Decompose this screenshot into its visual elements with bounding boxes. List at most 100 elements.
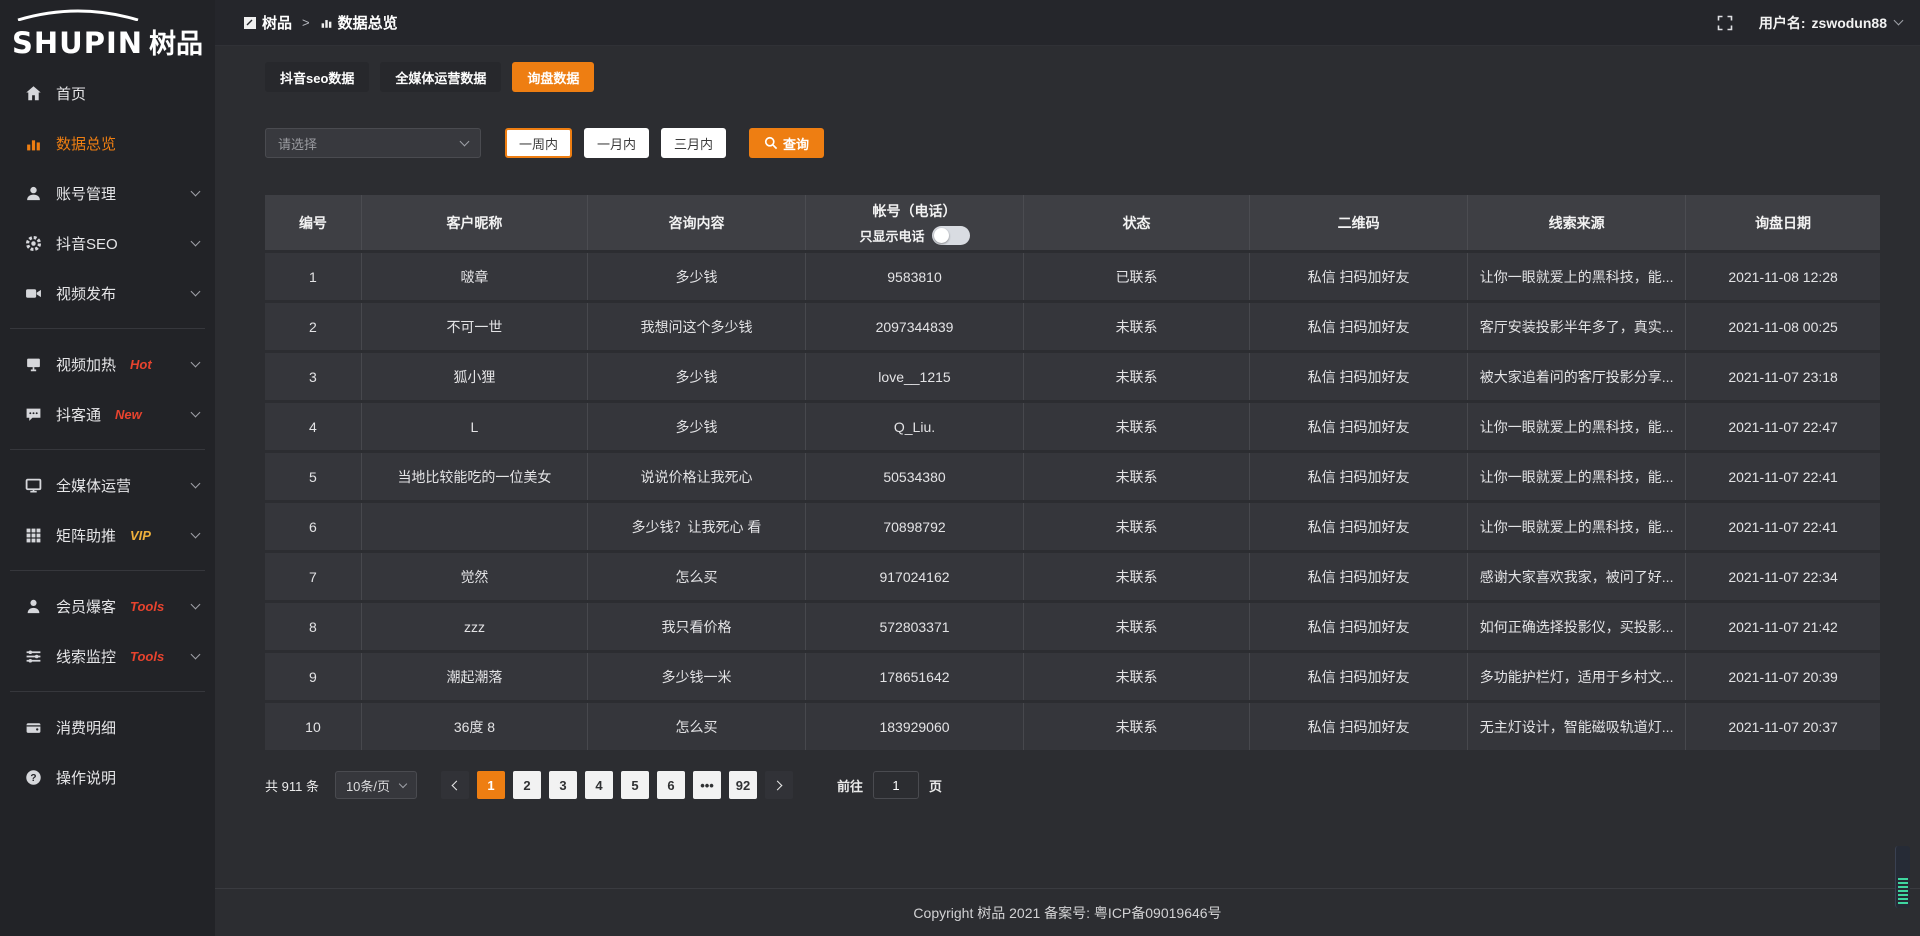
cell-source-link[interactable]: 多功能护栏灯，适用于乡村文... [1468,653,1686,700]
chevron-down-icon [191,357,201,367]
table-header-row: 编号 客户昵称 咨询内容 帐号（电话） 只显示电话 状态 二维码 线索来源 [265,195,1880,250]
table-row: 5 当地比较能吃的一位美女 说说价格让我死心 50534380 未联系 私信 扫… [265,453,1880,500]
cell-status: 已联系 [1024,253,1250,300]
cell-qrcode-link[interactable]: 私信 扫码加好友 [1250,503,1468,550]
tab-inquiry-data[interactable]: 询盘数据 [512,62,594,92]
cell-qrcode-link[interactable]: 私信 扫码加好友 [1250,603,1468,650]
sidebar-item-lead-monitor[interactable]: 线索监控 Tools [0,631,215,681]
main-area: 树品 > 数据总览 用户名: zswodun88 抖音seo数据 全媒体运营数据… [215,0,1920,936]
cell-source-link[interactable]: 被大家追着问的客厅投影分享... [1468,353,1686,400]
sidebar-item-home[interactable]: 首页 [0,68,215,118]
chevron-down-icon [191,599,201,609]
sidebar-item-matrix-boost[interactable]: 矩阵助推 VIP [0,510,215,560]
range-button-week[interactable]: 一周内 [505,128,572,158]
phone-only-toggle[interactable] [932,226,970,245]
cell-source-link[interactable]: 让你一眼就爱上的黑科技，能... [1468,403,1686,450]
cell-source-link[interactable]: 让你一眼就爱上的黑科技，能... [1468,503,1686,550]
sidebar-item-video-heat[interactable]: 视频加热 Hot [0,339,215,389]
page-button-5[interactable]: 5 [621,771,649,799]
cell-no: 1 [265,253,362,300]
col-header-account: 帐号（电话） 只显示电话 [806,195,1024,250]
tools-badge: Tools [130,649,164,664]
filter-select[interactable]: 请选择 [265,128,481,158]
cell-date: 2021-11-07 22:41 [1686,503,1880,550]
sidebar-item-member-burst[interactable]: 会员爆客 Tools [0,581,215,631]
cell-no: 5 [265,453,362,500]
goto-page-input[interactable] [873,771,919,799]
cell-nickname: 狐小狸 [362,353,588,400]
cell-qrcode-link[interactable]: 私信 扫码加好友 [1250,303,1468,350]
sidebar-item-label: 矩阵助推 [56,525,116,546]
username-label: 用户名: [1759,13,1806,33]
cell-source-link[interactable]: 感谢大家喜欢我家，被问了好... [1468,553,1686,600]
search-button[interactable]: 查询 [749,128,824,158]
page-button-2[interactable]: 2 [513,771,541,799]
sidebar-item-label: 账号管理 [56,183,116,204]
question-circle-icon: ? [24,768,42,786]
prev-page-button[interactable] [441,771,469,799]
sidebar-item-media-operation[interactable]: 全媒体运营 [0,460,215,510]
cell-account: 50534380 [806,453,1024,500]
monitor-icon [24,476,42,494]
range-button-month[interactable]: 一月内 [584,128,649,158]
sidebar-item-douketong[interactable]: 抖客通 New [0,389,215,439]
cell-status: 未联系 [1024,403,1250,450]
logo-text-en: SHUPIN [12,26,143,60]
sidebar-item-label: 抖客通 [56,404,101,425]
user-icon [24,184,42,202]
app-logo[interactable]: SHUPIN树品 [0,6,215,68]
sidebar-item-account-management[interactable]: 账号管理 [0,168,215,218]
cell-source-link[interactable]: 客厅安装投影半年多了，真实... [1468,303,1686,350]
breadcrumb-root[interactable]: 树品 [262,12,292,33]
table-row: 3 狐小狸 多少钱 love__1215 未联系 私信 扫码加好友 被大家追着问… [265,353,1880,400]
cell-account: 9583810 [806,253,1024,300]
cell-qrcode-link[interactable]: 私信 扫码加好友 [1250,453,1468,500]
vip-badge: VIP [130,528,151,543]
cell-source-link[interactable]: 让你一眼就爱上的黑科技，能... [1468,253,1686,300]
cell-nickname: 36度 8 [362,703,588,750]
cell-source-link[interactable]: 无主灯设计，智能磁吸轨道灯... [1468,703,1686,750]
sidebar-item-consumption-detail[interactable]: 消费明细 [0,702,215,752]
fullscreen-icon[interactable] [1717,15,1733,31]
cell-date: 2021-11-07 20:39 [1686,653,1880,700]
scroll-minimap-widget[interactable] [1895,846,1910,908]
next-page-button[interactable] [765,771,793,799]
tab-media-operation-data[interactable]: 全媒体运营数据 [380,62,501,92]
page-ellipsis-button[interactable]: ••• [693,771,721,799]
cell-qrcode-link[interactable]: 私信 扫码加好友 [1250,653,1468,700]
cell-qrcode-link[interactable]: 私信 扫码加好友 [1250,703,1468,750]
sidebar-item-video-publish[interactable]: 视频发布 [0,268,215,318]
range-button-quarter[interactable]: 三月内 [661,128,726,158]
sidebar: SHUPIN树品 首页 数据总览 账号管理 抖音SEO [0,0,215,936]
page-button-3[interactable]: 3 [549,771,577,799]
breadcrumb-separator: > [302,15,310,30]
sidebar-item-data-overview[interactable]: 数据总览 [0,118,215,168]
cell-account: 917024162 [806,553,1024,600]
chevron-down-icon [460,136,470,146]
cell-no: 2 [265,303,362,350]
cell-qrcode-link[interactable]: 私信 扫码加好友 [1250,403,1468,450]
cell-nickname: 啵章 [362,253,588,300]
sidebar-item-instructions[interactable]: ? 操作说明 [0,752,215,802]
cell-nickname: zzz [362,603,588,650]
minimap-stripes-icon [1898,878,1908,904]
cell-source-link[interactable]: 让你一眼就爱上的黑科技，能... [1468,453,1686,500]
page-button-6[interactable]: 6 [657,771,685,799]
sidebar-item-label: 抖音SEO [56,233,118,254]
user-menu[interactable]: 用户名: zswodun88 [1759,13,1902,33]
page-button-4[interactable]: 4 [585,771,613,799]
cell-date: 2021-11-07 22:34 [1686,553,1880,600]
cell-date: 2021-11-08 12:28 [1686,253,1880,300]
goto-label: 前往 [837,776,863,795]
chevron-right-icon [773,780,783,790]
page-size-select[interactable]: 10条/页 [335,771,417,799]
page-button-92[interactable]: 92 [729,771,757,799]
sidebar-item-label: 会员爆客 [56,596,116,617]
cell-source-link[interactable]: 如何正确选择投影仪，买投影... [1468,603,1686,650]
cell-qrcode-link[interactable]: 私信 扫码加好友 [1250,553,1468,600]
sidebar-item-douyin-seo[interactable]: 抖音SEO [0,218,215,268]
cell-qrcode-link[interactable]: 私信 扫码加好友 [1250,353,1468,400]
tab-douyin-seo-data[interactable]: 抖音seo数据 [265,62,369,92]
page-button-1[interactable]: 1 [477,771,505,799]
cell-qrcode-link[interactable]: 私信 扫码加好友 [1250,253,1468,300]
